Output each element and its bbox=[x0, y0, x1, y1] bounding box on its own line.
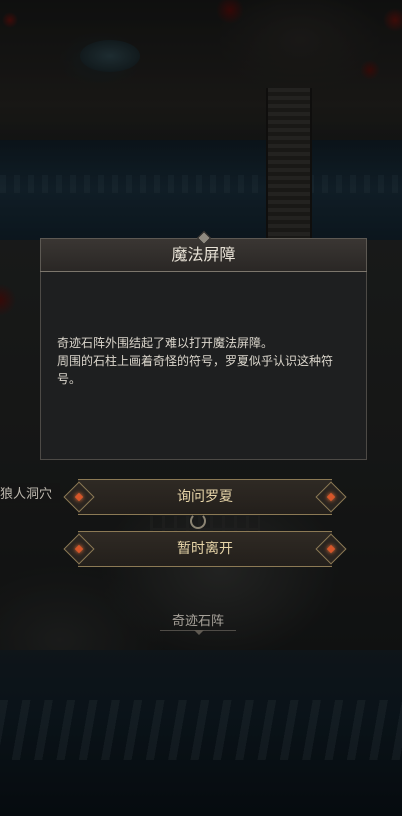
map-label-miracle-stones[interactable]: 奇迹石阵 bbox=[160, 610, 236, 631]
dialog-text-line-2: 周围的石柱上画着奇怪的符号，罗夏似乎认识这种符号。 bbox=[57, 354, 334, 386]
option-ask-luoxia-button[interactable]: 询问罗夏 bbox=[63, 479, 347, 515]
dialog-title: 魔法屏障 bbox=[171, 245, 236, 264]
ring-icon bbox=[190, 513, 206, 529]
event-dialog: 魔法屏障 奇迹石阵外围结起了难以打开魔法屏障。 周围的石柱上画着奇怪的符号，罗夏… bbox=[40, 230, 367, 460]
location-pointer-icon bbox=[194, 630, 204, 635]
option-leave-button[interactable]: 暂时离开 bbox=[63, 531, 347, 567]
option-label: 询问罗夏 bbox=[177, 489, 233, 505]
option-label: 暂时离开 bbox=[177, 541, 233, 557]
dialog-text-line-1: 奇迹石阵外围结起了难以打开魔法屏障。 bbox=[57, 336, 274, 350]
map-label-werewolf-cave[interactable]: 狼人洞穴 bbox=[0, 483, 60, 503]
dialog-body: 奇迹石阵外围结起了难以打开魔法屏障。 周围的石柱上画着奇怪的符号，罗夏似乎认识这… bbox=[40, 272, 367, 460]
